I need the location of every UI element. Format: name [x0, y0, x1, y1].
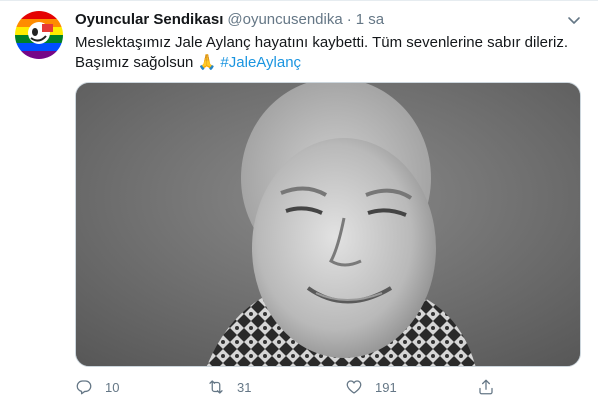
- reply-button[interactable]: 10: [75, 377, 119, 397]
- tweet-text-line-1: Meslektaşımız Jale Aylanç hayatını kaybe…: [75, 34, 569, 51]
- more-options-chevron-icon[interactable]: [564, 12, 584, 30]
- avatar[interactable]: [15, 11, 63, 59]
- author-display-name[interactable]: Oyuncular Sendikası: [75, 11, 223, 28]
- share-button[interactable]: [477, 377, 495, 397]
- tweet-text-closing: Başımız sağolsun: [75, 54, 194, 71]
- tweet-text: Meslektaşımız Jale Aylanç hayatını kaybe…: [75, 33, 580, 73]
- tweet-actions: 10 31 191: [75, 377, 535, 397]
- separator-dot: ·: [346, 11, 352, 28]
- tweet-timestamp[interactable]: 1 sa: [356, 11, 384, 28]
- reply-icon: [76, 380, 92, 395]
- tweet-photo[interactable]: [75, 82, 581, 367]
- reply-count: 10: [105, 379, 120, 395]
- tweet-header: Oyuncular Sendikası @oyuncusendika · 1 sa: [75, 10, 384, 30]
- portrait-photo-icon: [76, 83, 580, 366]
- heart-icon: [346, 380, 362, 394]
- retweet-button[interactable]: 31: [207, 377, 251, 397]
- retweet-icon: [209, 380, 223, 394]
- hashtag-link[interactable]: #JaleAylanç: [220, 54, 301, 71]
- author-handle[interactable]: @oyuncusendika: [227, 11, 342, 28]
- tweet-text-line-2: Başımız sağolsun 🙏 #JaleAylanç: [75, 53, 580, 73]
- rainbow-logo-icon: [15, 11, 63, 59]
- share-icon: [479, 379, 493, 395]
- retweet-count: 31: [237, 379, 252, 395]
- folded-hands-emoji: 🙏: [197, 54, 217, 71]
- like-button[interactable]: 191: [345, 377, 397, 397]
- like-count: 191: [375, 379, 397, 395]
- tweet-card[interactable]: Oyuncular Sendikası @oyuncusendika · 1 sa M…: [0, 0, 598, 406]
